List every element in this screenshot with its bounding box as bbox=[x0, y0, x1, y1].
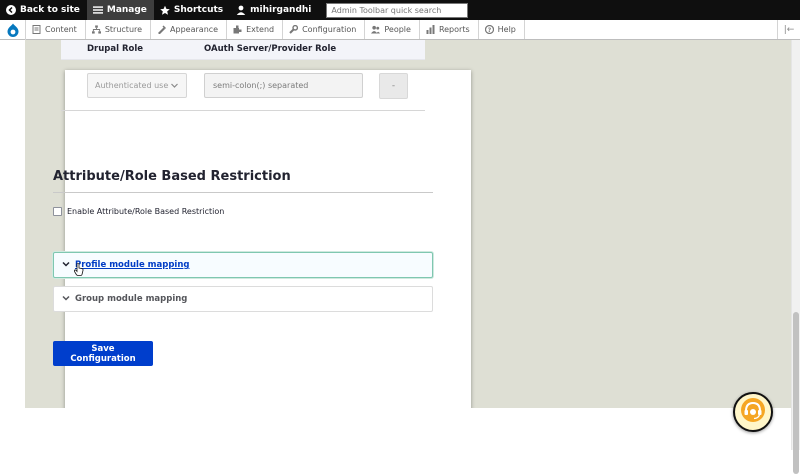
page-scrollbar[interactable] bbox=[791, 40, 800, 474]
shortcuts-tab[interactable]: Shortcuts bbox=[154, 0, 230, 20]
tray-item-help[interactable]: ? Help bbox=[479, 20, 525, 39]
drupal-logo-icon[interactable] bbox=[0, 19, 26, 40]
provider-role-input[interactable] bbox=[204, 73, 363, 98]
group-module-mapping-details[interactable]: Group module mapping bbox=[53, 286, 433, 312]
provider-role-column-header: OAuth Server/Provider Role bbox=[204, 44, 337, 54]
manage-tab[interactable]: Manage bbox=[86, 0, 154, 20]
help-icon: ? bbox=[484, 25, 494, 34]
drupal-role-select-value: Authenticated user bbox=[95, 81, 169, 90]
tray-item-label: Reports bbox=[438, 25, 470, 34]
tray-item-label: Structure bbox=[104, 25, 143, 34]
section-divider bbox=[53, 192, 433, 193]
admin-toolbar: Back to site Manage Shortcuts mihirgandh… bbox=[0, 0, 800, 20]
tray-orientation-toggle[interactable]: |← bbox=[777, 20, 800, 39]
enable-restriction-label[interactable]: Enable Attribute/Role Based Restriction bbox=[67, 207, 224, 216]
tray-item-label: Configuration bbox=[302, 25, 357, 34]
manage-tray: Content Structure Appearance Extend Conf… bbox=[0, 19, 800, 40]
user-icon bbox=[236, 5, 246, 15]
group-module-mapping-summary[interactable]: Group module mapping bbox=[75, 294, 187, 304]
star-icon bbox=[160, 5, 170, 15]
configuration-card bbox=[65, 70, 471, 426]
people-icon bbox=[371, 25, 381, 34]
tray-item-configuration[interactable]: Configuration bbox=[283, 20, 366, 39]
tray-item-label: People bbox=[384, 25, 411, 34]
user-name-label: mihirgandhi bbox=[250, 5, 312, 15]
support-chat-widget[interactable] bbox=[733, 392, 773, 432]
manage-label: Manage bbox=[106, 5, 147, 15]
role-table-divider bbox=[61, 110, 425, 111]
tray-item-people[interactable]: People bbox=[365, 20, 420, 39]
save-configuration-button[interactable]: Save Configuration bbox=[53, 341, 153, 366]
tray-item-content[interactable]: Content bbox=[26, 20, 86, 39]
back-to-site-label: Back to site bbox=[20, 5, 80, 15]
profile-module-mapping-details[interactable]: Profile module mapping bbox=[53, 252, 433, 278]
tray-item-label: Help bbox=[497, 25, 516, 34]
section-title: Attribute/Role Based Restriction bbox=[53, 169, 291, 184]
enable-restriction-checkbox[interactable] bbox=[53, 207, 62, 216]
hand-pointer-cursor-icon bbox=[73, 262, 84, 280]
profile-module-mapping-summary[interactable]: Profile module mapping bbox=[75, 260, 189, 270]
remove-role-mapping-button[interactable]: - bbox=[379, 73, 408, 99]
drupal-role-select[interactable]: Authenticated user bbox=[87, 73, 187, 98]
chevron-down-icon bbox=[62, 294, 70, 305]
tray-item-structure[interactable]: Structure bbox=[86, 20, 152, 39]
enable-restriction-row: Enable Attribute/Role Based Restriction bbox=[53, 207, 224, 216]
user-tab[interactable]: mihirgandhi bbox=[230, 0, 318, 20]
back-arrow-icon bbox=[6, 5, 16, 15]
back-to-site-link[interactable]: Back to site bbox=[0, 0, 87, 20]
chevron-down-icon bbox=[62, 260, 70, 271]
tray-item-label: Appearance bbox=[170, 25, 219, 34]
extend-icon bbox=[233, 25, 242, 34]
appearance-icon bbox=[157, 25, 167, 34]
tray-item-extend[interactable]: Extend bbox=[227, 20, 284, 39]
tray-item-label: Extend bbox=[246, 25, 275, 34]
hamburger-icon bbox=[92, 5, 103, 15]
tray-item-reports[interactable]: Reports bbox=[420, 20, 479, 39]
structure-icon bbox=[91, 25, 101, 34]
page-footer-area bbox=[0, 408, 791, 450]
admin-toolbar-search-input[interactable] bbox=[326, 2, 469, 18]
svg-text:?: ? bbox=[487, 27, 491, 34]
tray-item-appearance[interactable]: Appearance bbox=[151, 20, 228, 39]
wrench-icon bbox=[289, 25, 299, 34]
content-icon bbox=[32, 25, 41, 34]
tray-item-label: Content bbox=[45, 25, 77, 34]
reports-icon bbox=[426, 25, 435, 34]
support-headset-icon bbox=[740, 397, 766, 427]
drupal-role-column-header: Drupal Role bbox=[87, 44, 144, 54]
shortcuts-label: Shortcuts bbox=[173, 5, 224, 15]
chevron-down-icon bbox=[170, 81, 179, 92]
